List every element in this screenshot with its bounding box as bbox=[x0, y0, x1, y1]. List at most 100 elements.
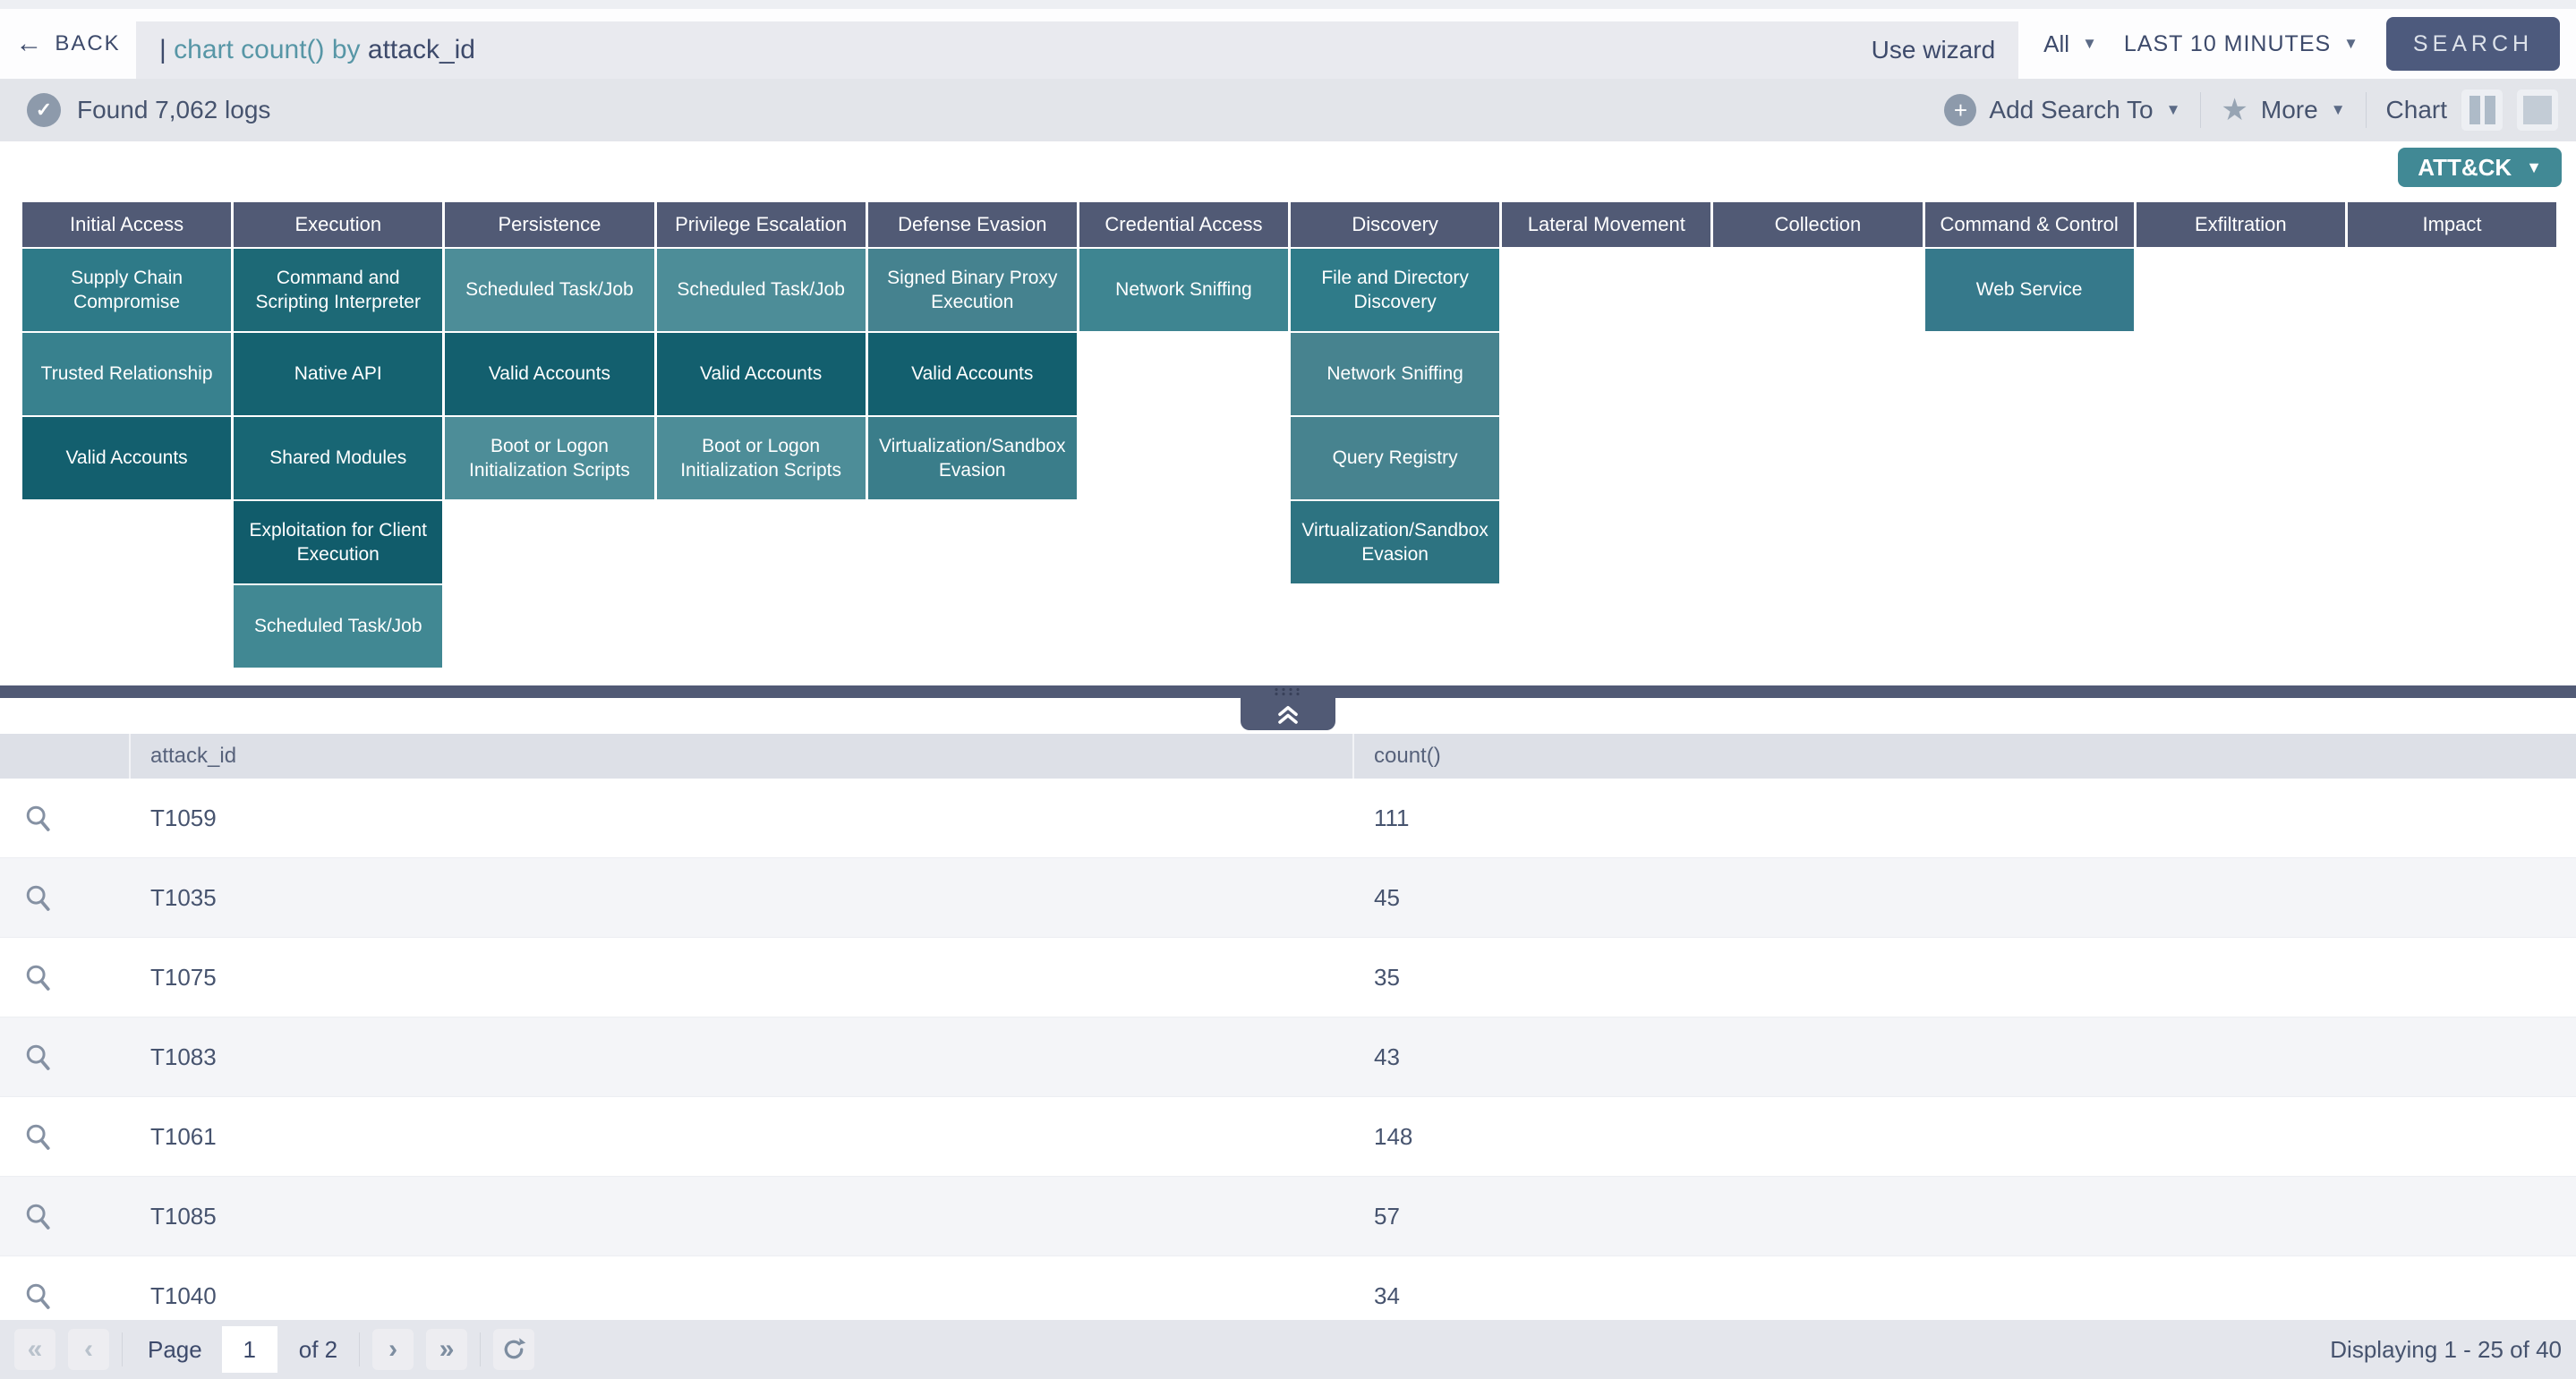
pagination-divider bbox=[122, 1332, 123, 1366]
page-count-label: of 2 bbox=[299, 1336, 337, 1364]
chart-view-toggle: Chart bbox=[2386, 89, 2558, 131]
attack-id-cell[interactable]: T1040 bbox=[131, 1282, 1354, 1310]
tactic-header: Execution bbox=[234, 202, 442, 247]
attack-id-cell[interactable]: T1059 bbox=[131, 804, 1354, 832]
first-page-button[interactable]: « bbox=[14, 1329, 55, 1370]
plus-circle-icon: + bbox=[1944, 94, 1976, 126]
collapse-panel-button[interactable] bbox=[1241, 698, 1335, 730]
attack-button-label: ATT&CK bbox=[2418, 154, 2512, 182]
magnifier-icon bbox=[23, 1281, 54, 1311]
add-search-to-button[interactable]: + Add Search To ▼ bbox=[1944, 94, 2180, 126]
technique-cell[interactable]: Query Registry bbox=[1291, 417, 1499, 499]
tactic-column: ExecutionCommand and Scripting Interpret… bbox=[234, 202, 442, 668]
technique-cell[interactable]: Supply Chain Compromise bbox=[22, 249, 231, 331]
attack-id-cell[interactable]: T1061 bbox=[131, 1123, 1354, 1151]
table-header-attack-id[interactable]: attack_id bbox=[131, 734, 1354, 779]
table-header-count[interactable]: count() bbox=[1354, 734, 2576, 779]
attack-id-cell[interactable]: T1085 bbox=[131, 1203, 1354, 1230]
query-command: chart count() by bbox=[174, 35, 368, 64]
technique-cell[interactable]: Web Service bbox=[1925, 249, 2134, 331]
tactic-column: Command & ControlWeb Service bbox=[1925, 202, 2134, 668]
table-row: T107535 bbox=[0, 938, 2576, 1017]
magnifier-icon bbox=[23, 1121, 54, 1152]
back-label: BACK bbox=[55, 31, 120, 56]
page-number-input[interactable] bbox=[222, 1326, 277, 1373]
more-button[interactable]: ★ More ▼ bbox=[2221, 95, 2345, 125]
pagination-bar: « ‹ Page of 2 › » Displaying 1 - 25 of 4… bbox=[0, 1320, 2576, 1379]
magnifier-icon bbox=[23, 1201, 54, 1231]
count-cell: 34 bbox=[1354, 1282, 2576, 1310]
technique-cell[interactable]: File and Directory Discovery bbox=[1291, 249, 1499, 331]
technique-cell[interactable]: Native API bbox=[234, 333, 442, 415]
next-page-button[interactable]: › bbox=[372, 1329, 414, 1370]
displaying-range-label: Displaying 1 - 25 of 40 bbox=[2330, 1336, 2562, 1364]
technique-cell[interactable]: Valid Accounts bbox=[445, 333, 653, 415]
technique-cell[interactable]: Network Sniffing bbox=[1079, 249, 1288, 331]
technique-cell[interactable]: Scheduled Task/Job bbox=[657, 249, 866, 331]
attack-id-cell[interactable]: T1035 bbox=[131, 884, 1354, 912]
row-search-button[interactable] bbox=[0, 962, 131, 992]
row-search-button[interactable] bbox=[0, 803, 131, 833]
row-search-button[interactable] bbox=[0, 1201, 131, 1231]
chart-label: Chart bbox=[2386, 96, 2447, 124]
row-search-button[interactable] bbox=[0, 1281, 131, 1311]
tactic-header: Exfiltration bbox=[2137, 202, 2345, 247]
table-header-icon-column bbox=[0, 734, 131, 779]
search-controls: All ▼ LAST 10 MINUTES ▼ SEARCH bbox=[2018, 17, 2576, 71]
technique-cell[interactable]: Command and Scripting Interpreter bbox=[234, 249, 442, 331]
row-search-button[interactable] bbox=[0, 882, 131, 913]
row-search-button[interactable] bbox=[0, 1121, 131, 1152]
technique-cell[interactable]: Scheduled Task/Job bbox=[234, 585, 442, 668]
row-search-button[interactable] bbox=[0, 1042, 131, 1072]
technique-cell[interactable]: Boot or Logon Initialization Scripts bbox=[445, 417, 653, 499]
table-row: T108557 bbox=[0, 1177, 2576, 1256]
technique-cell[interactable]: Virtualization/Sandbox Evasion bbox=[1291, 501, 1499, 583]
refresh-button[interactable] bbox=[493, 1329, 534, 1370]
query-field: attack_id bbox=[368, 35, 475, 64]
tactic-header: Persistence bbox=[445, 202, 653, 247]
technique-cell[interactable]: Valid Accounts bbox=[657, 333, 866, 415]
drag-handle-icon[interactable] bbox=[1273, 687, 1303, 696]
technique-cell[interactable]: Scheduled Task/Job bbox=[445, 249, 653, 331]
technique-cell[interactable]: Valid Accounts bbox=[22, 417, 231, 499]
tactic-header: Privilege Escalation bbox=[657, 202, 866, 247]
refresh-icon bbox=[500, 1336, 527, 1363]
tactic-column: Privilege EscalationScheduled Task/JobVa… bbox=[657, 202, 866, 668]
technique-cell[interactable]: Valid Accounts bbox=[868, 333, 1077, 415]
pagination-divider bbox=[359, 1332, 360, 1366]
add-search-to-label: Add Search To bbox=[1989, 96, 2153, 124]
chevron-down-icon: ▼ bbox=[2526, 158, 2542, 177]
window-top-strip bbox=[0, 0, 2576, 9]
chart-view-icon[interactable] bbox=[2461, 89, 2503, 131]
previous-page-button[interactable]: ‹ bbox=[68, 1329, 109, 1370]
use-wizard-link[interactable]: Use wizard bbox=[1872, 36, 1995, 64]
time-range-selector[interactable]: LAST 10 MINUTES ▼ bbox=[2124, 31, 2359, 57]
attack-matrix-toolbar: ATT&CK ▼ bbox=[0, 141, 2576, 202]
search-bar: ← BACK | chart count() by attack_id Use … bbox=[0, 9, 2576, 79]
technique-cell[interactable]: Boot or Logon Initialization Scripts bbox=[657, 417, 866, 499]
search-button[interactable]: SEARCH bbox=[2386, 17, 2560, 71]
panel-divider[interactable] bbox=[0, 685, 2576, 698]
table-view-icon[interactable] bbox=[2517, 89, 2558, 131]
technique-cell[interactable]: Exploitation for Client Execution bbox=[234, 501, 442, 583]
technique-cell[interactable]: Trusted Relationship bbox=[22, 333, 231, 415]
last-page-button[interactable]: » bbox=[426, 1329, 467, 1370]
magnifier-icon bbox=[23, 962, 54, 992]
technique-cell[interactable]: Network Sniffing bbox=[1291, 333, 1499, 415]
search-query-input[interactable]: | chart count() by attack_id Use wizard bbox=[136, 21, 2018, 79]
attack-dropdown-button[interactable]: ATT&CK ▼ bbox=[2398, 148, 2562, 187]
repo-selector-value: All bbox=[2043, 30, 2069, 58]
attack-id-cell[interactable]: T1075 bbox=[131, 964, 1354, 992]
technique-cell[interactable]: Signed Binary Proxy Execution bbox=[868, 249, 1077, 331]
technique-cell[interactable]: Shared Modules bbox=[234, 417, 442, 499]
check-circle-icon: ✓ bbox=[27, 93, 61, 127]
repo-selector[interactable]: All ▼ bbox=[2043, 30, 2097, 58]
technique-cell[interactable]: Virtualization/Sandbox Evasion bbox=[868, 417, 1077, 499]
chevron-down-icon: ▼ bbox=[2166, 101, 2181, 119]
back-arrow-icon: ← bbox=[15, 30, 44, 57]
attack-id-cell[interactable]: T1083 bbox=[131, 1043, 1354, 1071]
magnifier-icon bbox=[23, 1042, 54, 1072]
back-button[interactable]: ← BACK bbox=[0, 9, 136, 79]
query-text: | chart count() by attack_id bbox=[159, 35, 475, 65]
table-row: T108343 bbox=[0, 1017, 2576, 1097]
